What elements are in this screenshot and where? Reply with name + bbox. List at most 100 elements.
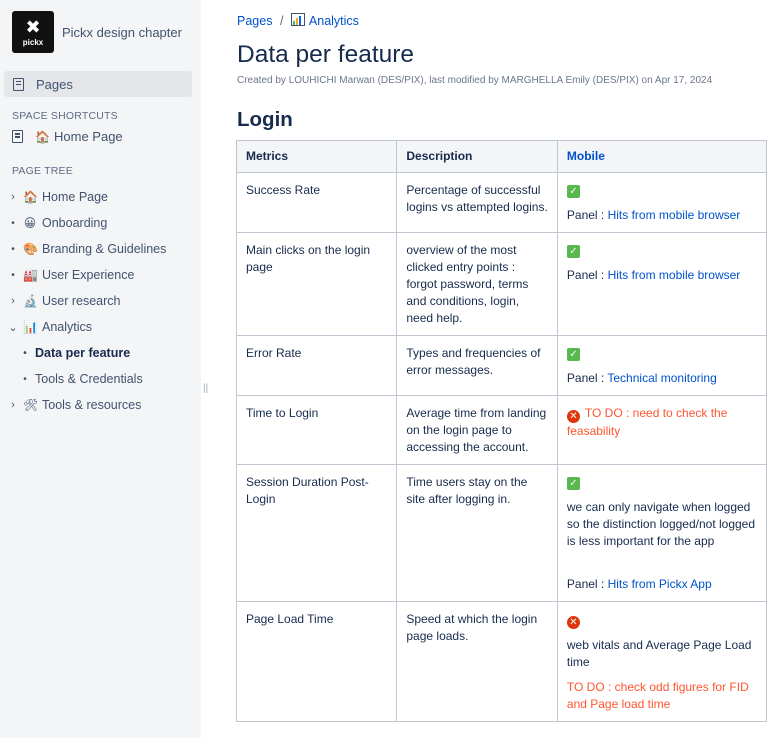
mobile-cell: ✓ Panel : Hits from mobile browser (556, 172, 768, 233)
bullet-icon: • (11, 217, 15, 229)
tree-item-label: Home Page (42, 190, 109, 204)
tree-item-tools-credentials[interactable]: • Tools & Credentials (20, 369, 143, 389)
microscope-icon: 🔬 (23, 294, 38, 308)
page-icon (12, 130, 23, 143)
metric-cell: Main clicks on the login page (235, 232, 398, 336)
tree-item-label: Data per feature (35, 346, 131, 360)
house-icon: 🏠 (35, 129, 50, 144)
page-byline: Created by LOUHICHI Marwan (DES/PIX), la… (237, 75, 713, 86)
sidebar-item-pages[interactable]: Pages (4, 71, 192, 97)
mobile-cell: ✓ we can only navigate when logged so th… (556, 464, 768, 602)
panel-prefix: Panel : (566, 208, 608, 222)
description-cell: Types and frequencies of error messages. (396, 335, 558, 396)
table-row: Error Rate Types and frequencies of erro… (235, 335, 768, 396)
tree-item-user-experience[interactable]: • 🏭 User Experience (8, 265, 134, 285)
description-cell: overview of the most clicked entry point… (396, 232, 558, 336)
mobile-cell: ✕ TO DO : need to check the feasability (556, 395, 768, 465)
bullet-icon: • (23, 373, 27, 385)
shortcut-home-page[interactable]: 🏠 Home Page (12, 129, 123, 144)
metric-cell: Time to Login (235, 395, 398, 465)
sidebar-resize-handle[interactable]: || (203, 383, 208, 394)
tree-item-branding[interactable]: • 🎨 Branding & Guidelines (8, 239, 166, 259)
palette-icon: 🎨 (23, 242, 38, 256)
panel-line: Panel : Hits from mobile browser (567, 207, 766, 224)
factory-icon: 🏭 (23, 268, 38, 282)
description-cell: Time users stay on the site after loggin… (396, 464, 558, 602)
column-header-metrics: Metrics (235, 140, 398, 173)
space-name[interactable]: Pickx design chapter (62, 25, 182, 40)
check-icon: ✓ (566, 477, 580, 490)
panel-line: Panel : Hits from mobile browser (567, 267, 766, 284)
tree-item-label: Tools & resources (42, 398, 142, 412)
tree-item-home-page[interactable]: › 🏠 Home Page (8, 187, 108, 207)
data-table: Metrics Description Mobile Success Rate … (235, 140, 768, 722)
todo-note: ✕ TO DO : need to check the feasability (566, 405, 766, 440)
space-header[interactable]: ✖ pickx Pickx design chapter (12, 11, 182, 53)
panel-line: Panel : Technical monitoring (567, 370, 766, 387)
tree-item-onboarding[interactable]: • 😀 Onboarding (8, 213, 107, 233)
tree-item-label: Branding & Guidelines (42, 242, 167, 256)
panel-link[interactable]: Hits from mobile browser (608, 268, 741, 282)
tree-item-user-research[interactable]: › 🔬 User research (8, 291, 121, 311)
tools-icon: 🛠 (23, 398, 39, 412)
tree-item-label: User research (42, 294, 121, 308)
bullet-icon: • (23, 347, 27, 359)
sidebar: ✖ pickx Pickx design chapter Pages SPACE… (0, 0, 201, 738)
shortcut-label: Home Page (54, 129, 123, 144)
section-heading-login: Login (237, 108, 293, 131)
panel-prefix: Panel : (566, 268, 608, 282)
chevron-right-icon[interactable]: › (8, 295, 18, 307)
description-cell: Average time from landing on the login p… (396, 395, 558, 465)
breadcrumb: Pages / Analytics (237, 13, 359, 28)
check-icon: ✓ (566, 245, 580, 258)
chevron-right-icon[interactable]: › (8, 399, 18, 411)
panel-link[interactable]: Hits from Pickx App (608, 577, 712, 591)
todo-text: TO DO : need to check the feasability (566, 406, 728, 438)
description-cell: Percentage of successful logins vs attem… (396, 172, 558, 233)
todo-text: TO DO : check odd figures for FID and Pa… (566, 680, 749, 711)
house-icon: 🏠 (23, 190, 38, 204)
error-icon: ✕ (566, 616, 580, 629)
breadcrumb-pages[interactable]: Pages (237, 14, 272, 28)
tree-item-label: Analytics (42, 320, 93, 334)
tree-item-analytics[interactable]: ⌄ 📊 Analytics (8, 317, 92, 337)
error-icon: ✕ (566, 410, 580, 423)
table-row: Session Duration Post-Login Time users s… (235, 464, 768, 602)
panel-prefix: Panel : (566, 371, 608, 385)
panel-link[interactable]: Technical monitoring (607, 371, 716, 385)
tree-item-label: Tools & Credentials (35, 372, 143, 386)
bar-chart-icon (290, 13, 305, 26)
panel-line: Panel : Hits from Pickx App (567, 576, 766, 593)
page-title: Data per feature (237, 41, 415, 68)
tree-item-tools-resources[interactable]: › 🛠 Tools & resources (8, 395, 141, 415)
mobile-cell: ✓ Panel : Hits from mobile browser (556, 232, 768, 336)
breadcrumb-analytics[interactable]: Analytics (309, 14, 359, 28)
space-logo[interactable]: ✖ pickx (12, 11, 54, 53)
tree-item-label: Onboarding (42, 216, 108, 230)
check-icon: ✓ (566, 185, 580, 198)
check-icon: ✓ (566, 348, 580, 361)
table-row: Page Load Time Speed at which the login … (235, 601, 768, 722)
tree-item-data-per-feature[interactable]: • Data per feature (20, 343, 130, 363)
mobile-cell: ✕ web vitals and Average Page Load time … (556, 601, 768, 722)
chevron-down-icon[interactable]: ⌄ (8, 321, 18, 334)
metric-cell: Success Rate (235, 172, 398, 233)
logo-word: pickx (22, 37, 44, 47)
mobile-cell: ✓ Panel : Technical monitoring (556, 335, 768, 396)
sidebar-item-label: Pages (36, 76, 73, 92)
page-tree-title: PAGE TREE (12, 165, 73, 177)
panel-link[interactable]: Hits from mobile browser (608, 208, 741, 222)
metric-cell: Session Duration Post-Login (235, 464, 398, 602)
pickx-logo-icon: ✖ (25, 16, 41, 37)
page-icon (13, 77, 24, 91)
bar-chart-icon: 📊 (23, 320, 38, 334)
description-cell: Speed at which the login page loads. (396, 601, 558, 722)
note-text: we can only navigate when logged so the … (566, 500, 756, 548)
breadcrumb-separator: / (279, 14, 284, 28)
panel-prefix: Panel : (566, 577, 608, 591)
table-row: Main clicks on the login page overview o… (235, 232, 768, 336)
chevron-right-icon[interactable]: › (8, 191, 18, 203)
tree-item-label: User Experience (42, 268, 135, 282)
note-text: web vitals and Average Page Load time (566, 638, 752, 669)
space-shortcuts-title: SPACE SHORTCUTS (12, 110, 118, 122)
